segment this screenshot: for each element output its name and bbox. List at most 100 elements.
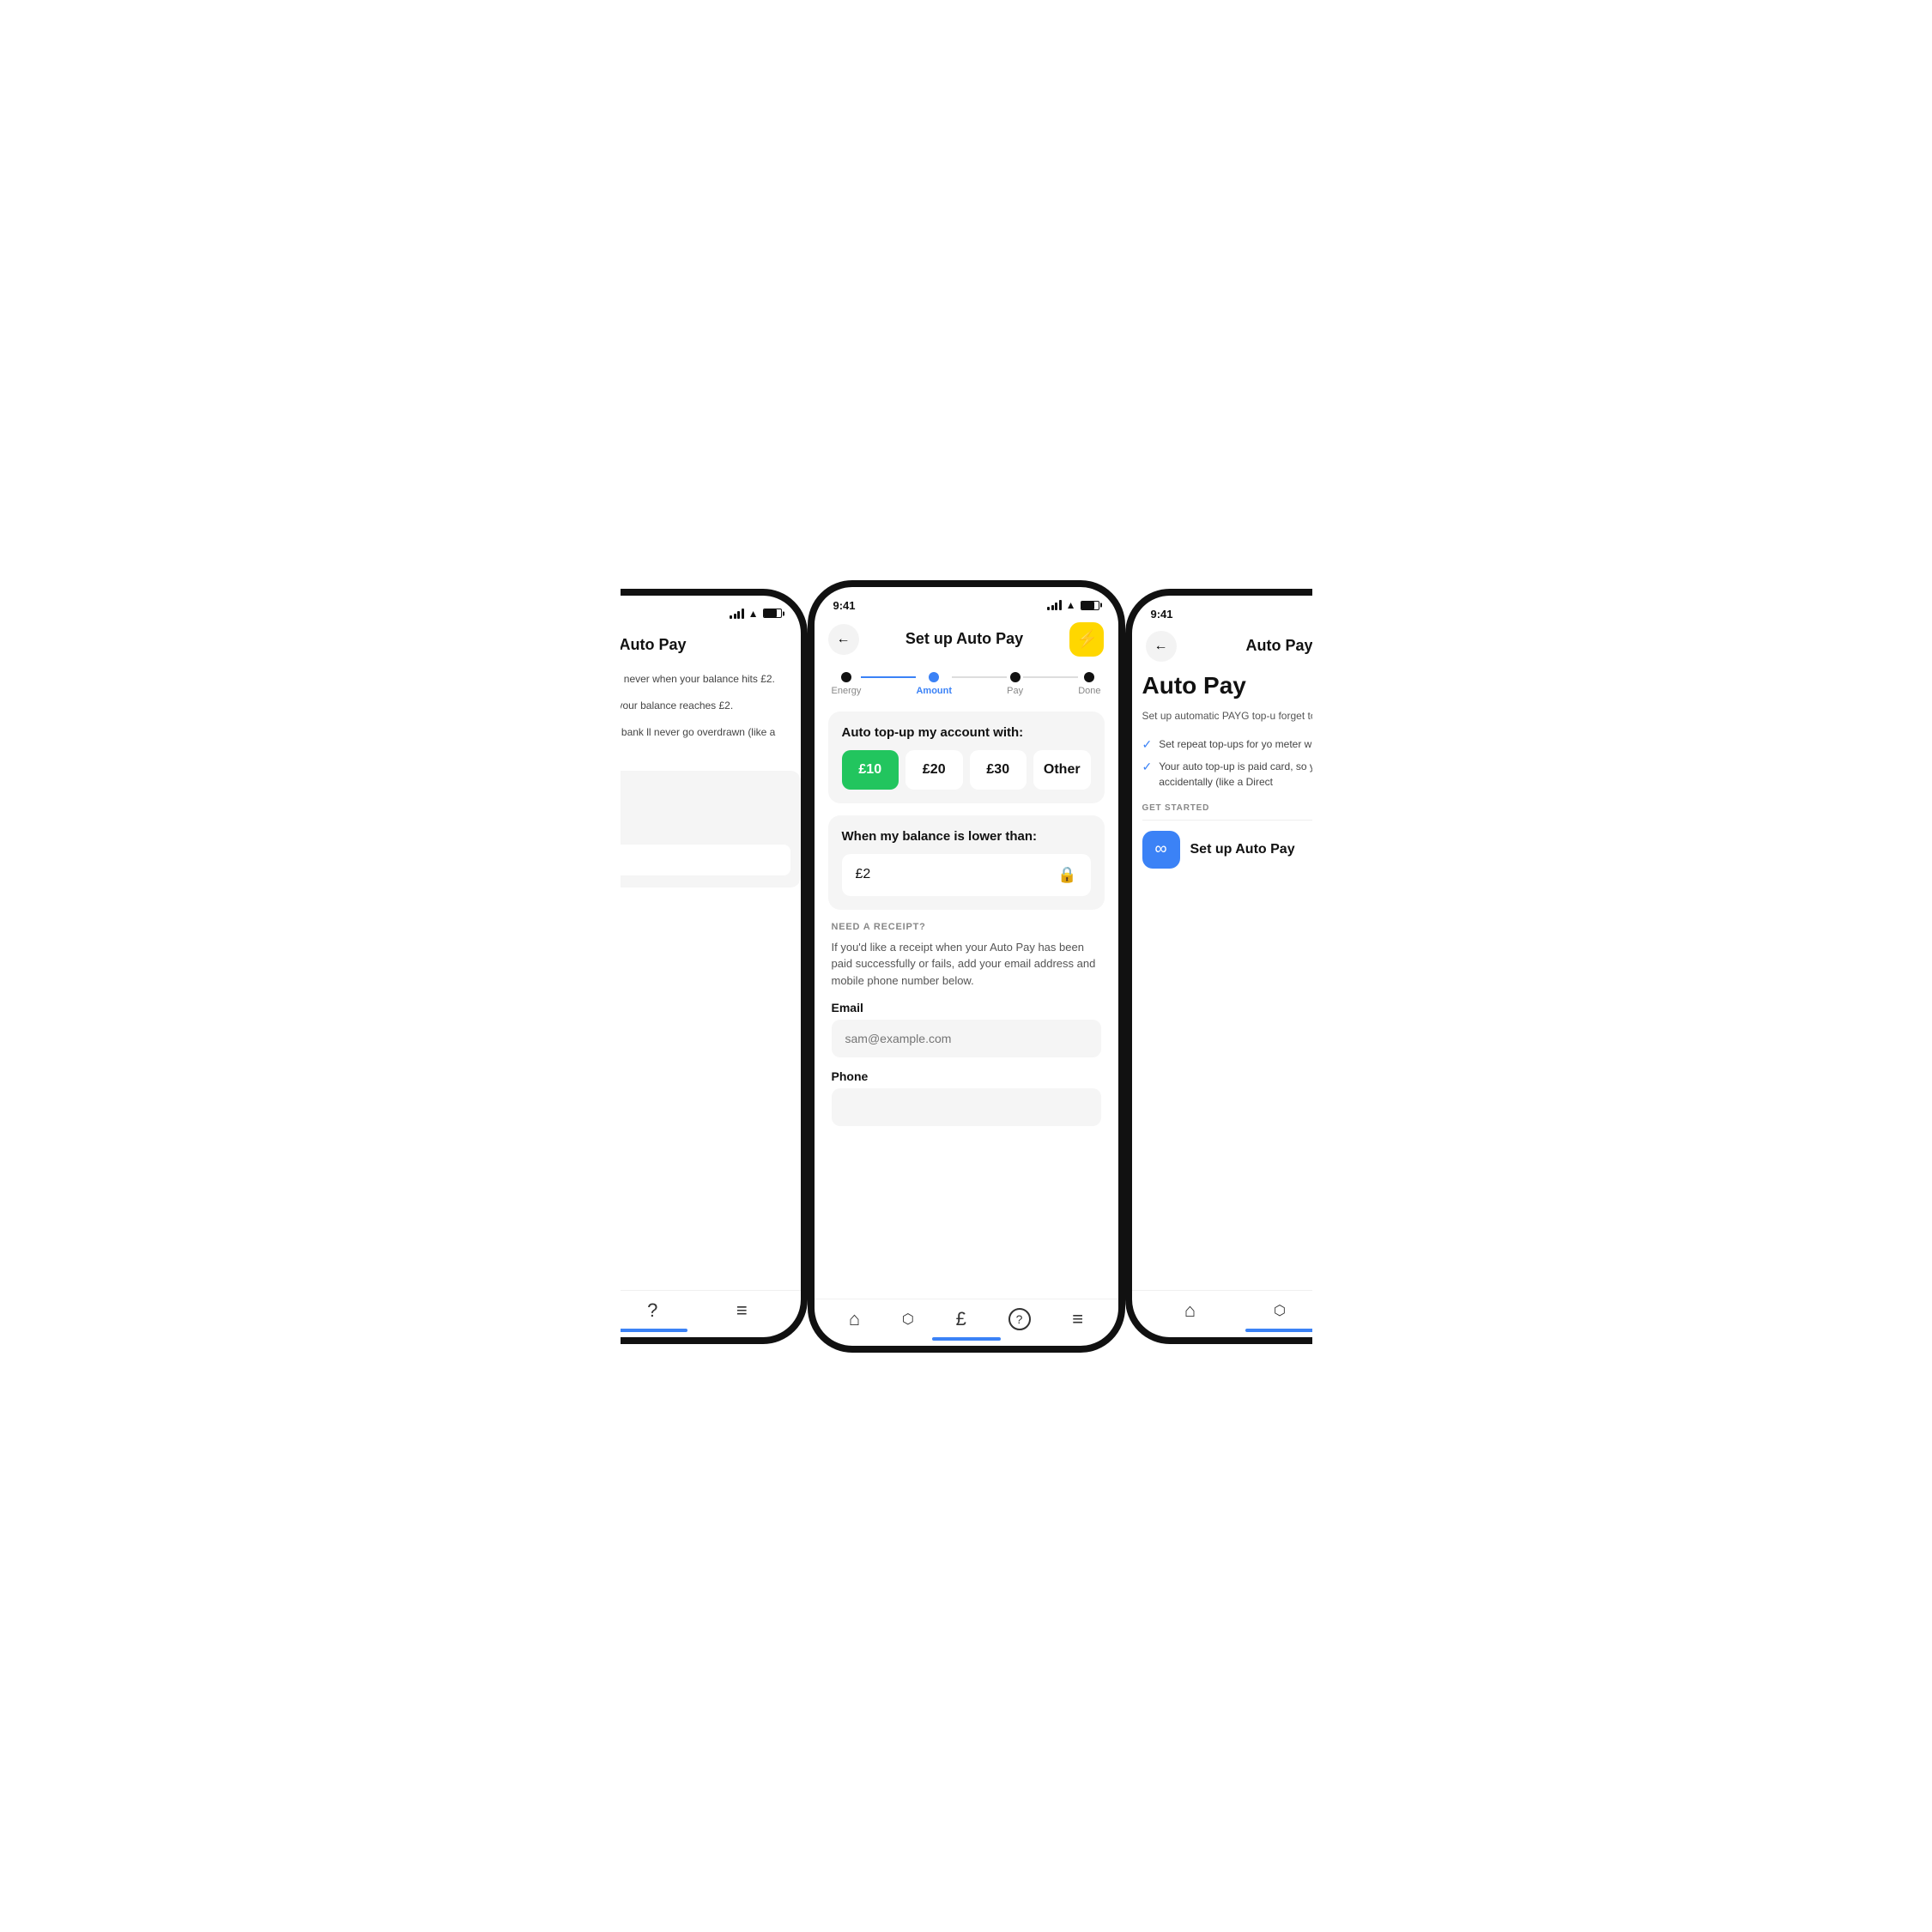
help-icon: ? [647, 1299, 657, 1322]
left-body-text-2: op-ups for your PAYG your balance reache… [621, 698, 801, 714]
left-nav-menu[interactable]: ≡ [736, 1299, 748, 1322]
right-content: Auto Pay Set up automatic PAYG top-u for… [1132, 665, 1312, 1290]
step-amount: Amount [916, 672, 952, 696]
scene: ▲ ← Auto Pay c PAYG top-ups so you never… [512, 512, 1421, 1421]
infinity-icon: ∞ [1142, 831, 1180, 869]
right-nav-activity[interactable]: ⬡ [1274, 1302, 1286, 1319]
receipt-label: NEED A RECEIPT? [832, 922, 1101, 932]
left-body-text-3: op-up is paid with your bank ll never go… [621, 724, 801, 757]
center-status-icons: ▲ [1047, 599, 1099, 611]
email-input[interactable] [832, 1020, 1101, 1057]
right-nav-home[interactable]: ⌂ [1184, 1299, 1196, 1322]
credit-label: Credit limit [621, 826, 790, 838]
step-label-done: Done [1078, 686, 1100, 696]
left-status-icons: ▲ [730, 608, 781, 620]
left-signal-icon [730, 609, 744, 619]
step-dot-energy [841, 672, 851, 682]
center-bottom-nav: ⌂ ⬡ £ ? ≡ [815, 1299, 1118, 1346]
right-nav-title: Auto Pay [1245, 637, 1311, 655]
right-status-bar: 9:41 ▲ [1132, 596, 1312, 624]
credit-value: £2.00 [621, 845, 790, 875]
center-nav-activity[interactable]: ⬡ [902, 1311, 914, 1328]
left-nav: ← Auto Pay [621, 623, 801, 664]
left-wifi-icon: ▲ [748, 608, 759, 620]
amount-btn-other[interactable]: Other [1033, 750, 1091, 790]
right-bottom-indicator [1245, 1329, 1312, 1332]
right-back-button[interactable]: ← [1146, 631, 1177, 662]
right-description: Set up automatic PAYG top-u forget to to… [1142, 708, 1312, 724]
step-done: Done [1078, 672, 1100, 696]
right-bottom-nav: ⌂ ⬡ £ [1132, 1290, 1312, 1337]
center-nav: ← Set up Auto Pay ⚡ [815, 615, 1118, 660]
center-nav-menu[interactable]: ≡ [1072, 1308, 1083, 1330]
center-nav-payment[interactable]: £ [956, 1308, 966, 1330]
topup-card: Auto top-up my account with: £10 £20 £30… [828, 712, 1105, 803]
center-status-bar: 9:41 ▲ [815, 587, 1118, 615]
left-phone-wrapper: ▲ ← Auto Pay c PAYG top-ups so you never… [621, 589, 808, 1344]
center-nav-home[interactable]: ⌂ [849, 1308, 860, 1330]
step-energy: Energy [832, 672, 862, 696]
left-battery-icon [763, 609, 782, 618]
setup-auto-pay-button[interactable]: ∞ Set up Auto Pay [1142, 831, 1312, 869]
amount-btn-30[interactable]: £30 [970, 750, 1027, 790]
activity-icon: ⬡ [902, 1311, 914, 1328]
left-nav-title: Auto Pay [621, 636, 687, 654]
amount-btn-20[interactable]: £20 [905, 750, 963, 790]
center-wifi-icon: ▲ [1066, 599, 1076, 611]
left-content: c PAYG top-ups so you never when your ba… [621, 664, 801, 1290]
right-back-icon: ← [1154, 639, 1168, 654]
step-dot-amount [929, 672, 939, 682]
get-started-label: GET STARTED [1142, 803, 1312, 813]
right-big-title: Auto Pay [1142, 672, 1312, 700]
check-item-2: ✓ Your auto top-up is paid card, so you'… [1142, 759, 1312, 790]
left-bottom-nav: £ ? ≡ [621, 1290, 801, 1337]
setup-auto-pay-label: Set up Auto Pay [1190, 842, 1295, 857]
center-nav-help[interactable]: ? [1008, 1308, 1031, 1330]
check-item-1: ✓ Set repeat top-ups for yo meter when y… [1142, 736, 1312, 752]
phone-input[interactable] [832, 1088, 1101, 1126]
step-label-pay: Pay [1007, 686, 1023, 696]
left-phone: ▲ ← Auto Pay c PAYG top-ups so you never… [621, 589, 808, 1344]
step-label-amount: Amount [916, 686, 952, 696]
step-pay: Pay [1007, 672, 1023, 696]
receipt-section: NEED A RECEIPT? If you'd like a receipt … [828, 922, 1105, 1139]
center-back-icon: ← [837, 632, 851, 647]
right-activity-icon: ⬡ [1274, 1302, 1286, 1319]
lightning-icon: ⚡ [1076, 628, 1098, 650]
phone-field-label: Phone [832, 1069, 1101, 1083]
home-icon: ⌂ [849, 1308, 860, 1330]
step-line-1 [861, 676, 916, 678]
balance-card: When my balance is lower than: £2 🔒 [828, 815, 1105, 910]
balance-value: £2 [856, 867, 871, 882]
amount-btn-10[interactable]: £10 [842, 750, 899, 790]
check-icon-2: ✓ [1142, 760, 1153, 774]
center-content: Auto top-up my account with: £10 £20 £30… [815, 701, 1118, 1299]
amount-grid: £10 £20 £30 Other [842, 750, 1091, 790]
menu-icon: ≡ [736, 1299, 748, 1322]
check-text-2: Your auto top-up is paid card, so you'll… [1159, 759, 1311, 790]
receipt-description: If you'd like a receipt when your Auto P… [832, 939, 1101, 990]
topup-card-title: Auto top-up my account with: [842, 725, 1091, 740]
center-time: 9:41 [833, 599, 856, 612]
left-card: 🗑 Credit limit £2.00 [621, 771, 801, 887]
right-time: 9:41 [1151, 608, 1173, 621]
center-action-button[interactable]: ⚡ [1069, 622, 1104, 657]
step-label-energy: Energy [832, 686, 862, 696]
right-phone: 9:41 ▲ ← [1125, 589, 1312, 1344]
step-line-2 [952, 676, 1007, 678]
center-bottom-indicator [932, 1337, 1001, 1341]
balance-field: £2 🔒 [842, 854, 1091, 896]
divider [1142, 820, 1312, 821]
email-field-label: Email [832, 1001, 1101, 1014]
center-battery-icon [1081, 601, 1099, 610]
balance-card-title: When my balance is lower than: [842, 829, 1091, 844]
center-back-button[interactable]: ← [828, 624, 859, 655]
step-dot-pay [1010, 672, 1021, 682]
right-phone-wrapper: 9:41 ▲ ← [1125, 589, 1312, 1344]
left-status-bar: ▲ [621, 596, 801, 623]
lock-icon: 🔒 [1057, 866, 1076, 884]
step-line-3 [1023, 676, 1078, 678]
left-nav-help[interactable]: ? [647, 1299, 657, 1322]
right-nav: ← Auto Pay [1132, 624, 1312, 665]
right-home-icon: ⌂ [1184, 1299, 1196, 1322]
